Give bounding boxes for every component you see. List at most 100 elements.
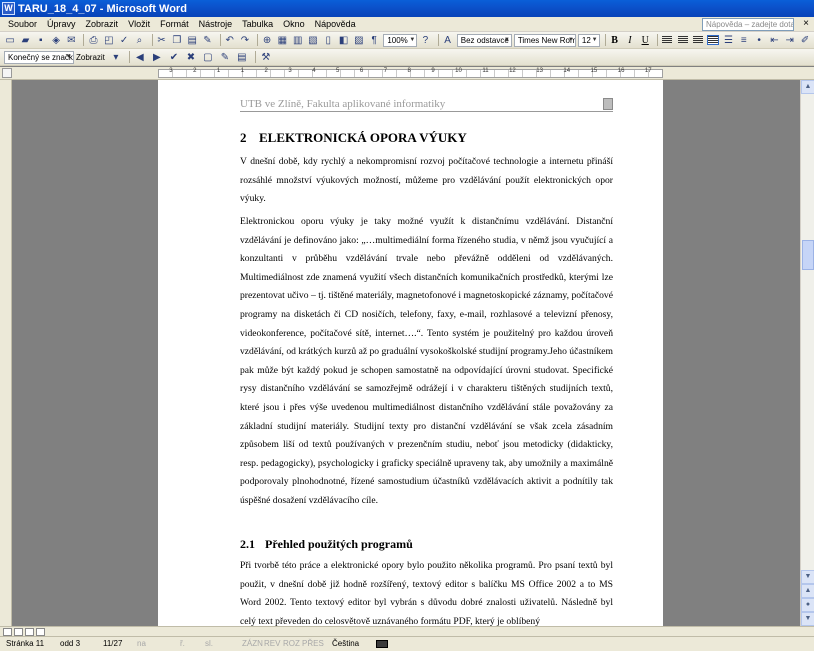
- copy-icon[interactable]: ❐: [171, 34, 183, 47]
- align-center-button[interactable]: [677, 34, 689, 47]
- email-icon[interactable]: ✉: [65, 34, 77, 47]
- reviewing-toolbar: Konečný se značkami▼ Zobrazit ▾ ◀ ▶ ✔ ✖ …: [0, 49, 814, 66]
- tab-selector-icon[interactable]: [2, 68, 12, 78]
- redo-icon[interactable]: ↷: [239, 34, 251, 47]
- status-rec[interactable]: ZÁZN: [242, 637, 263, 651]
- menu-upravy[interactable]: Úpravy: [42, 17, 81, 31]
- menu-napoveda[interactable]: Nápověda: [310, 17, 361, 31]
- permission-icon[interactable]: ◈: [50, 34, 62, 47]
- bullets-icon[interactable]: •: [753, 34, 765, 47]
- columns-icon[interactable]: ▯: [322, 34, 334, 47]
- browse-object-icon[interactable]: ●: [801, 598, 814, 612]
- styles-pane-icon[interactable]: A: [441, 34, 453, 47]
- markup-view-select[interactable]: Konečný se značkami▼: [4, 50, 74, 64]
- format-painter-icon[interactable]: ✎: [201, 34, 213, 47]
- research-icon[interactable]: ⌕: [133, 34, 145, 47]
- tools-icon[interactable]: ⚒: [259, 51, 273, 64]
- menu-vlozit[interactable]: Vložit: [123, 17, 155, 31]
- ruler-number: 14: [563, 68, 571, 74]
- scroll-down-icon[interactable]: ▼: [801, 570, 814, 584]
- font-size-select[interactable]: 12 ▼: [577, 33, 600, 47]
- vertical-scrollbar[interactable]: ▲ ▼ ▲ ● ▼: [800, 80, 814, 626]
- justify-button[interactable]: [707, 34, 720, 47]
- open-folder-icon[interactable]: ▰: [19, 34, 31, 47]
- ruler-number: 17: [644, 68, 652, 74]
- increase-indent-icon[interactable]: ⇥: [784, 34, 796, 47]
- numbering-icon[interactable]: ≡: [738, 34, 750, 47]
- spelling-status-icon[interactable]: [376, 640, 388, 648]
- undo-icon[interactable]: ↶: [223, 34, 235, 47]
- previous-change-icon[interactable]: ◀: [133, 51, 147, 64]
- horizontal-ruler[interactable]: 3 2 1 1 2 3 4 5 6 7 8 9 10 11 12 13 14 1…: [158, 68, 663, 78]
- new-comment-icon[interactable]: ▢: [201, 51, 215, 64]
- bold-button[interactable]: B: [608, 34, 620, 47]
- help-search-input[interactable]: Nápověda – zadejte dotaz: [702, 18, 794, 31]
- ruler-number: 2: [193, 68, 197, 74]
- print-layout-icon[interactable]: [25, 628, 34, 636]
- style-select[interactable]: Bez odstavce ▼: [456, 33, 512, 47]
- menu-zobrazit[interactable]: Zobrazit: [81, 17, 124, 31]
- document-page[interactable]: UTB ve Zlíně, Fakulta aplikované informa…: [158, 80, 663, 626]
- menu-soubor[interactable]: Soubor: [0, 17, 42, 31]
- zoom-select[interactable]: 100% ▼: [383, 33, 418, 47]
- insert-table-icon[interactable]: ▥: [292, 34, 304, 47]
- menu-okno[interactable]: Okno: [278, 17, 310, 31]
- toolbar-separator: [83, 34, 85, 46]
- tables-borders-icon[interactable]: ▦: [276, 34, 288, 47]
- status-ovr[interactable]: PŘES: [302, 637, 324, 651]
- print-icon[interactable]: ⎙: [87, 34, 99, 47]
- title-bar: W TARU_18_4_07 - Microsoft Word: [0, 0, 814, 17]
- menu-tabulka[interactable]: Tabulka: [237, 17, 278, 31]
- chevron-down-icon: ▼: [409, 36, 416, 43]
- show-menu-chevron-icon[interactable]: ▾: [109, 51, 123, 64]
- document-area[interactable]: UTB ve Zlíně, Fakulta aplikované informa…: [0, 80, 800, 626]
- insert-excel-icon[interactable]: ▧: [307, 34, 319, 47]
- next-change-icon[interactable]: ▶: [150, 51, 164, 64]
- outline-view-icon[interactable]: [36, 628, 45, 636]
- font-select[interactable]: Times New Roman▼: [513, 33, 576, 47]
- ruler-number: 7: [383, 68, 388, 74]
- next-page-icon[interactable]: ▼: [801, 612, 814, 626]
- track-changes-icon[interactable]: ✎: [218, 51, 232, 64]
- scroll-up-icon[interactable]: ▲: [801, 80, 814, 94]
- highlight-icon[interactable]: ✐: [799, 34, 811, 47]
- spelling-icon[interactable]: ✓: [118, 34, 130, 47]
- menu-nastroje[interactable]: Nástroje: [194, 17, 238, 31]
- decrease-indent-icon[interactable]: ⇤: [768, 34, 780, 47]
- show-hide-paragraph-icon[interactable]: ¶: [368, 34, 380, 47]
- paste-icon[interactable]: ▤: [186, 34, 198, 47]
- status-language[interactable]: Čeština: [332, 637, 359, 651]
- web-layout-icon[interactable]: [14, 628, 23, 636]
- toolbar-separator: [604, 34, 606, 46]
- scroll-thumb[interactable]: [802, 240, 814, 270]
- close-document-icon[interactable]: ×: [803, 18, 809, 30]
- vertical-ruler: [0, 80, 12, 626]
- status-ext[interactable]: ROZ: [283, 637, 300, 651]
- menu-format[interactable]: Formát: [155, 17, 194, 31]
- save-icon[interactable]: ▪: [35, 34, 47, 47]
- status-rev[interactable]: REV: [264, 637, 280, 651]
- align-left-button[interactable]: [661, 34, 673, 47]
- reviewing-pane-icon[interactable]: ▤: [235, 51, 249, 64]
- hyperlink-icon[interactable]: ⊕: [261, 34, 273, 47]
- print-preview-icon[interactable]: ◰: [103, 34, 115, 47]
- italic-button[interactable]: I: [624, 34, 636, 47]
- align-right-button[interactable]: [692, 34, 704, 47]
- underline-button[interactable]: U: [639, 34, 651, 47]
- document-map-icon[interactable]: ▨: [353, 34, 365, 47]
- accept-change-icon[interactable]: ✔: [167, 51, 181, 64]
- drawing-icon[interactable]: ◧: [337, 34, 349, 47]
- reject-change-icon[interactable]: ✖: [184, 51, 198, 64]
- ruler-number: 15: [590, 68, 598, 74]
- show-menu-button[interactable]: Zobrazit: [76, 53, 105, 62]
- help-icon[interactable]: ?: [419, 34, 431, 47]
- new-document-icon[interactable]: ▭: [4, 34, 16, 47]
- cut-icon[interactable]: ✂: [155, 34, 167, 47]
- status-line: ř.: [180, 639, 185, 648]
- normal-view-icon[interactable]: [3, 628, 12, 636]
- previous-page-icon[interactable]: ▲: [801, 584, 814, 598]
- horizontal-scrollbar[interactable]: [0, 626, 814, 636]
- paragraph: V dnešní době, kdy rychlý a nekompromisn…: [240, 156, 613, 205]
- line-spacing-icon[interactable]: ☰: [722, 34, 734, 47]
- ruler-number: 3: [288, 68, 292, 74]
